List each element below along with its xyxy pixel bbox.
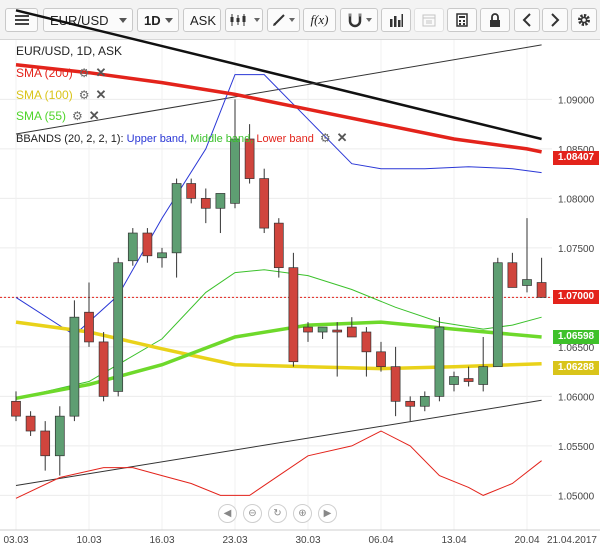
legend-sma55: SMA (55) ⚙ ✕ [16, 108, 100, 124]
y-tick-label: 1.07500 [558, 244, 595, 255]
candle-body [288, 267, 299, 363]
zoom-reset-icon[interactable]: ↻ [268, 504, 287, 523]
y-tick-label: 1.05000 [558, 491, 595, 502]
candle-body [507, 262, 518, 288]
x-tick-label: 10.03 [76, 535, 101, 546]
candle-body [40, 430, 51, 457]
y-tick-label: 1.09000 [558, 95, 595, 106]
candle-body [303, 326, 313, 333]
candle-body [25, 415, 36, 432]
close-icon[interactable]: ✕ [95, 65, 106, 81]
price-label-sma55: 1.06598 [553, 330, 599, 345]
candle-body [522, 279, 532, 286]
scroll-left-icon[interactable]: ◀ [218, 504, 237, 523]
x-tick-label: 23.03 [222, 535, 247, 546]
candle-body [273, 222, 284, 269]
candle-body [478, 366, 489, 385]
legend-sma100: SMA (100) ⚙ ✕ [16, 87, 106, 103]
x-tick-label: 06.04 [368, 535, 393, 546]
y-tick-label: 1.08000 [558, 194, 595, 205]
legend-sma200-label[interactable]: SMA (200) [16, 66, 73, 80]
x-tick-label: 03.03 [3, 535, 28, 546]
candle-body [332, 329, 343, 333]
candle-body [463, 378, 474, 382]
legend-bbands-upper: Upper band, [126, 133, 188, 145]
candle-body [157, 252, 167, 259]
candle-body [434, 326, 445, 397]
candle-body [54, 415, 65, 457]
candle-body [361, 331, 372, 353]
gear-icon[interactable]: ⚙ [79, 88, 90, 102]
legend-bbands-name[interactable]: BBANDS (20, 2, 2, 1): [16, 133, 124, 145]
legend-bbands-lower: Lower band [256, 133, 314, 145]
legend-sma200: SMA (200) ⚙ ✕ [16, 65, 106, 81]
candle-body [405, 400, 416, 407]
candle-body [11, 400, 21, 417]
candle-body [186, 183, 197, 199]
x-tick-label: 16.03 [149, 535, 174, 546]
candle-body [230, 138, 240, 204]
candle-body [215, 193, 226, 209]
price-label-current: 1.07000 [553, 290, 599, 305]
x-tick-label: 20.04 [514, 535, 539, 546]
candle-body [69, 316, 80, 417]
gear-icon[interactable]: ⚙ [72, 109, 83, 123]
candle-body [171, 183, 182, 254]
candle-body [449, 376, 459, 385]
price-label-sma200: 1.08407 [553, 151, 599, 166]
trendline [15, 399, 542, 486]
close-icon[interactable]: ✕ [89, 108, 100, 124]
x-tick-label: 30.03 [295, 535, 320, 546]
candle-body [200, 198, 211, 209]
x-tick-label: 13.04 [441, 535, 466, 546]
zoom-in-icon[interactable]: ⊕ [293, 504, 312, 523]
x-end-label: 21.04.2017 [547, 535, 597, 546]
price-chart[interactable]: 1.090001.085001.080001.075001.070001.065… [0, 0, 600, 549]
candle-body [259, 178, 270, 229]
legend-bbands-middle: Middle band, [190, 133, 254, 145]
candle-body [98, 341, 109, 397]
y-tick-label: 1.05500 [558, 442, 595, 453]
candle-body [419, 396, 430, 407]
close-icon[interactable]: ✕ [95, 87, 106, 103]
legend-sma55-label[interactable]: SMA (55) [16, 109, 66, 123]
candle-body [390, 366, 401, 402]
candle-body [84, 311, 94, 343]
candle-body [142, 232, 153, 257]
gear-icon[interactable]: ⚙ [79, 66, 90, 80]
legend-bbands: BBANDS (20, 2, 2, 1): Upper band, Middle… [16, 130, 348, 146]
candle-body [317, 326, 328, 333]
y-tick-label: 1.06500 [558, 343, 595, 354]
y-tick-label: 1.06000 [558, 392, 595, 403]
candle-body [127, 232, 138, 262]
bb-lower-line [15, 430, 542, 499]
candle-body [536, 282, 547, 298]
chart-title: EUR/USD, 1D, ASK [16, 44, 123, 58]
scroll-right-icon[interactable]: ▶ [318, 504, 337, 523]
legend-sma100-label[interactable]: SMA (100) [16, 88, 73, 102]
candle-body [346, 326, 357, 338]
gear-icon[interactable]: ⚙ [320, 131, 331, 145]
close-icon[interactable]: ✕ [337, 130, 348, 146]
candle-body [376, 351, 386, 368]
zoom-out-icon[interactable]: ⊖ [243, 504, 262, 523]
price-label-sma100: 1.06288 [553, 360, 599, 375]
candle-body [113, 262, 124, 392]
candle-body [492, 262, 503, 368]
